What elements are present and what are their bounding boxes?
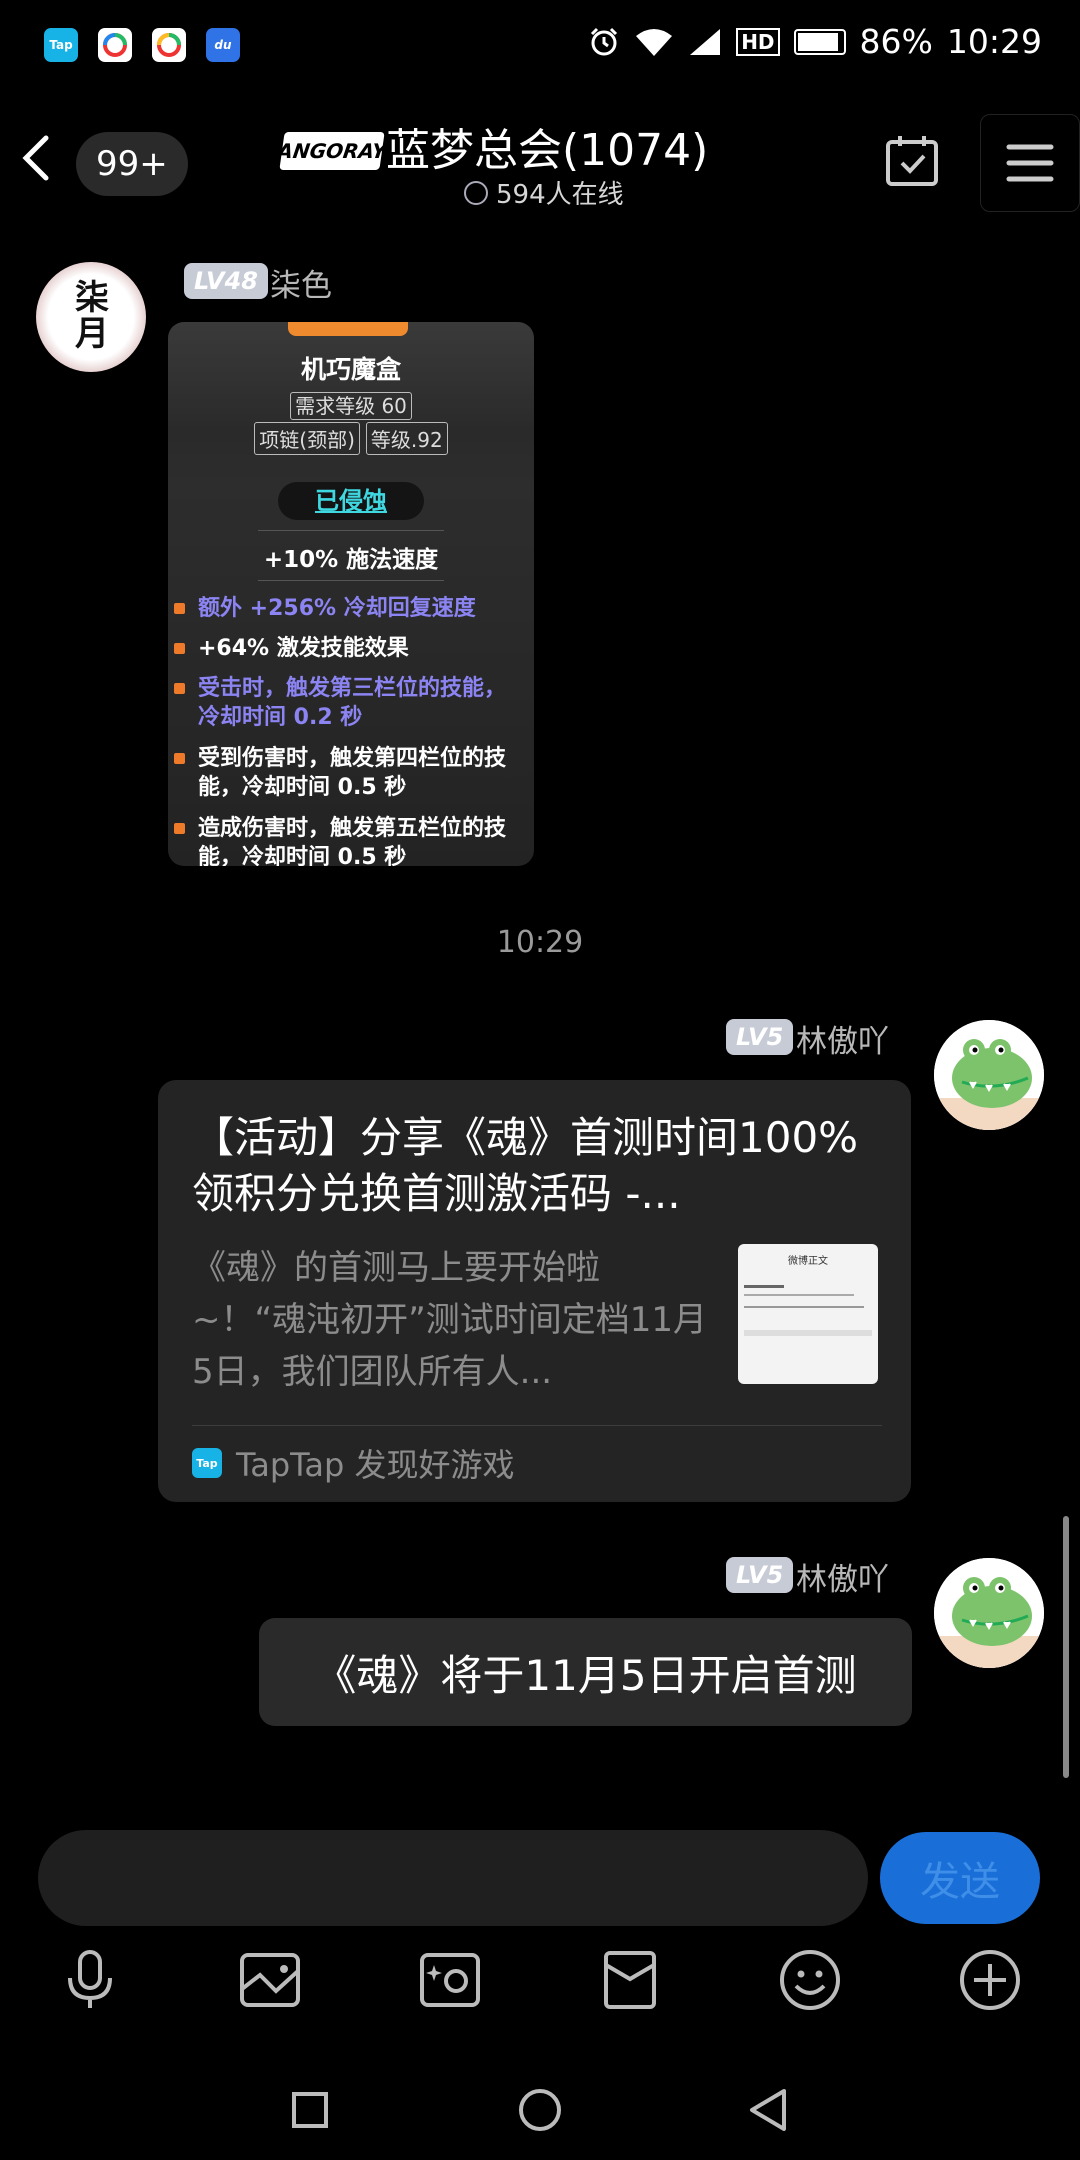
sender-name[interactable]: 林傲吖 bbox=[796, 1554, 889, 1599]
calendar-check-icon[interactable] bbox=[882, 132, 942, 188]
level-badge: LV5 bbox=[726, 1557, 794, 1593]
signal-icon bbox=[690, 28, 721, 55]
battery-percent: 86% bbox=[859, 22, 933, 61]
item-slot-row: 项链(颈部) 等级.92 bbox=[168, 422, 534, 455]
unread-count-badge[interactable]: 99+ bbox=[76, 132, 188, 196]
thumbnail-line bbox=[744, 1306, 864, 1308]
online-status-icon bbox=[464, 180, 488, 205]
shared-link-card[interactable]: 【活动】分享《魂》首测时间100%领积分兑换首测激活码 -... 《魂》的首测马… bbox=[158, 1080, 911, 1502]
avatar[interactable] bbox=[934, 1558, 1044, 1668]
group-title[interactable]: 蓝梦总会(1074) bbox=[386, 114, 708, 178]
item-header-tab bbox=[288, 322, 408, 336]
wifi-icon bbox=[636, 28, 673, 56]
share-source-label: TapTap 发现好游戏 bbox=[236, 1446, 515, 1484]
input-toolbar bbox=[0, 1945, 1080, 2015]
clock: 10:29 bbox=[946, 22, 1042, 61]
thumbnail-line bbox=[744, 1285, 784, 1288]
item-affix: 受击时，触发第三栏位的技能，冷却时间 0.2 秒 bbox=[174, 674, 524, 732]
share-thumbnail: 微博正文 bbox=[738, 1244, 878, 1384]
hd-indicator: HD bbox=[736, 27, 780, 56]
avatar[interactable] bbox=[934, 1020, 1044, 1130]
share-title: 【活动】分享《魂》首测时间100%领积分兑换首测激活码 -... bbox=[192, 1113, 859, 1218]
microphone-icon[interactable] bbox=[55, 1945, 125, 2015]
divider bbox=[258, 580, 444, 581]
camera-icon[interactable] bbox=[415, 1945, 485, 2015]
taptap-app-icon: Tap bbox=[44, 28, 78, 62]
level-badge: LV48 bbox=[184, 263, 268, 299]
home-icon[interactable] bbox=[510, 2080, 570, 2140]
time-divider: 10:29 bbox=[496, 925, 584, 960]
online-count-label: 594人在线 bbox=[496, 180, 624, 210]
item-affix: 造成伤害时，触发第五栏位的技能，冷却时间 0.5 秒 bbox=[174, 814, 524, 866]
taptap-icon: Tap bbox=[192, 1448, 222, 1478]
divider bbox=[192, 1425, 882, 1426]
store-app-icon bbox=[98, 28, 132, 62]
alarm-icon bbox=[591, 27, 618, 55]
back-icon[interactable] bbox=[14, 128, 58, 188]
store-app-icon-2 bbox=[152, 28, 186, 62]
sender-name[interactable]: 柒色 bbox=[270, 260, 332, 305]
divider bbox=[258, 530, 444, 531]
thumbnail-line bbox=[744, 1294, 854, 1296]
corrupted-label: 已侵蚀 bbox=[278, 482, 424, 520]
send-button[interactable]: 发送 bbox=[880, 1832, 1040, 1924]
scrollbar[interactable] bbox=[1063, 1516, 1069, 1778]
item-main-stat: +10% 施法速度 bbox=[263, 547, 439, 573]
emoji-icon[interactable] bbox=[775, 1945, 845, 2015]
item-slot: 项链(颈部) bbox=[254, 422, 360, 455]
chat-header: 99+ ANGORAY 蓝梦总会(1074) 594人在线 bbox=[0, 100, 1080, 230]
du-app-icon: du bbox=[206, 28, 240, 62]
message-input[interactable] bbox=[38, 1830, 868, 1926]
avatar-calligraphy: 柒月 bbox=[75, 278, 109, 354]
item-name: 机巧魔盒 bbox=[300, 355, 401, 384]
image-icon[interactable] bbox=[235, 1945, 305, 2015]
thumbnail-header: 微博正文 bbox=[788, 1256, 828, 1267]
back-nav-icon[interactable] bbox=[738, 2080, 798, 2140]
item-level: 等级.92 bbox=[365, 422, 448, 455]
text-message[interactable]: 《魂》将于11月5日开启首测 bbox=[259, 1618, 912, 1726]
item-requirement: 需求等级 60 bbox=[168, 390, 534, 420]
item-affix: 受到伤害时，触发第四栏位的技能，冷却时间 0.5 秒 bbox=[174, 744, 524, 802]
share-description: 《魂》的首测马上要开始啦~！“魂沌初开”测试时间定档11月5日，我们团队所有人.… bbox=[192, 1248, 707, 1392]
crocodile-avatar-icon bbox=[934, 1020, 1044, 1130]
sender-name[interactable]: 林傲吖 bbox=[796, 1016, 889, 1061]
share-source: Tap TapTap 发现好游戏 bbox=[192, 1440, 515, 1486]
crocodile-avatar-icon bbox=[934, 1558, 1044, 1668]
online-count[interactable]: 594人在线 bbox=[464, 174, 624, 211]
avatar[interactable]: 柒月 bbox=[36, 262, 146, 372]
plus-icon[interactable] bbox=[955, 1945, 1025, 2015]
system-status: HD 86% 10:29 bbox=[588, 22, 1042, 61]
item-affix: 额外 +256% 冷却回复速度 bbox=[174, 594, 524, 623]
level-badge: LV5 bbox=[726, 1019, 794, 1055]
system-nav-bar bbox=[0, 2060, 1080, 2160]
thumbnail-line bbox=[744, 1330, 872, 1336]
notification-icons: Tap du bbox=[44, 28, 240, 62]
menu-icon[interactable] bbox=[980, 114, 1080, 212]
item-image-message[interactable]: 机巧魔盒 需求等级 60 项链(颈部) 等级.92 已侵蚀 +10% 施法速度 … bbox=[168, 322, 534, 866]
recents-icon[interactable] bbox=[280, 2080, 340, 2140]
red-envelope-icon[interactable] bbox=[595, 1945, 665, 2015]
status-bar: Tap du HD 86% 10:29 bbox=[0, 0, 1080, 95]
battery-icon bbox=[793, 28, 846, 55]
item-affix: +64% 激发技能效果 bbox=[174, 634, 524, 663]
group-logo: ANGORAY bbox=[276, 132, 388, 170]
